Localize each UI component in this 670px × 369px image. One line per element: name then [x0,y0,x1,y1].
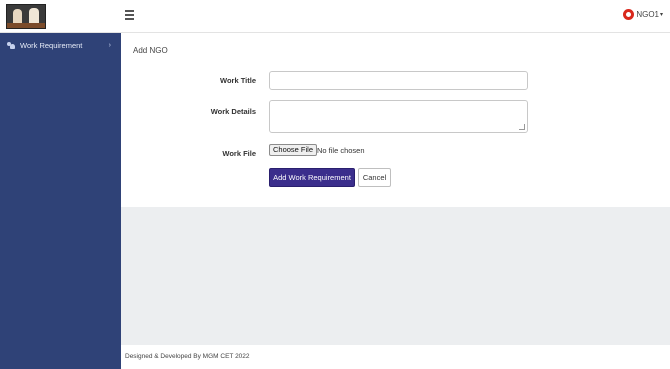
logo-band [7,23,45,28]
work-title-label: Work Title [220,76,256,85]
work-details-label: Work Details [210,107,256,116]
sidebar-item-label: Work Requirement [20,41,83,50]
file-status-text: No file chosen [317,146,365,155]
form-card: Add NGO Work Title Work Details Work Fil… [121,33,670,207]
resize-handle-icon[interactable] [519,124,525,130]
user-circle-icon [623,9,635,20]
user-name: NGO1 [636,10,659,19]
footer: Designed & Developed By MGM CET 2022 [121,345,670,369]
chevron-down-icon: ▾ [659,12,663,18]
cancel-button[interactable]: Cancel [358,168,391,187]
page-title: Add NGO [133,46,168,55]
footer-credit: Designed & Developed By MGM CET 2022 [125,353,250,360]
top-navbar: NGO1 ▾ [0,0,670,33]
work-details-textarea[interactable] [269,100,528,133]
work-file-label: Work File [222,149,256,158]
user-menu[interactable]: NGO1 ▾ [623,9,663,20]
add-work-requirement-button[interactable]: Add Work Requirement [269,168,355,187]
work-title-input[interactable] [269,71,528,90]
main-content: Add NGO Work Title Work Details Work Fil… [121,33,670,369]
hamburger-icon[interactable] [125,10,134,20]
chevron-right-icon: › [108,42,111,49]
users-icon [7,42,15,49]
choose-file-button[interactable]: Choose File [269,144,318,156]
sidebar: Work Requirement › [0,33,121,369]
app-logo[interactable] [6,4,46,29]
sidebar-item-work-requirement[interactable]: Work Requirement › [0,38,121,53]
